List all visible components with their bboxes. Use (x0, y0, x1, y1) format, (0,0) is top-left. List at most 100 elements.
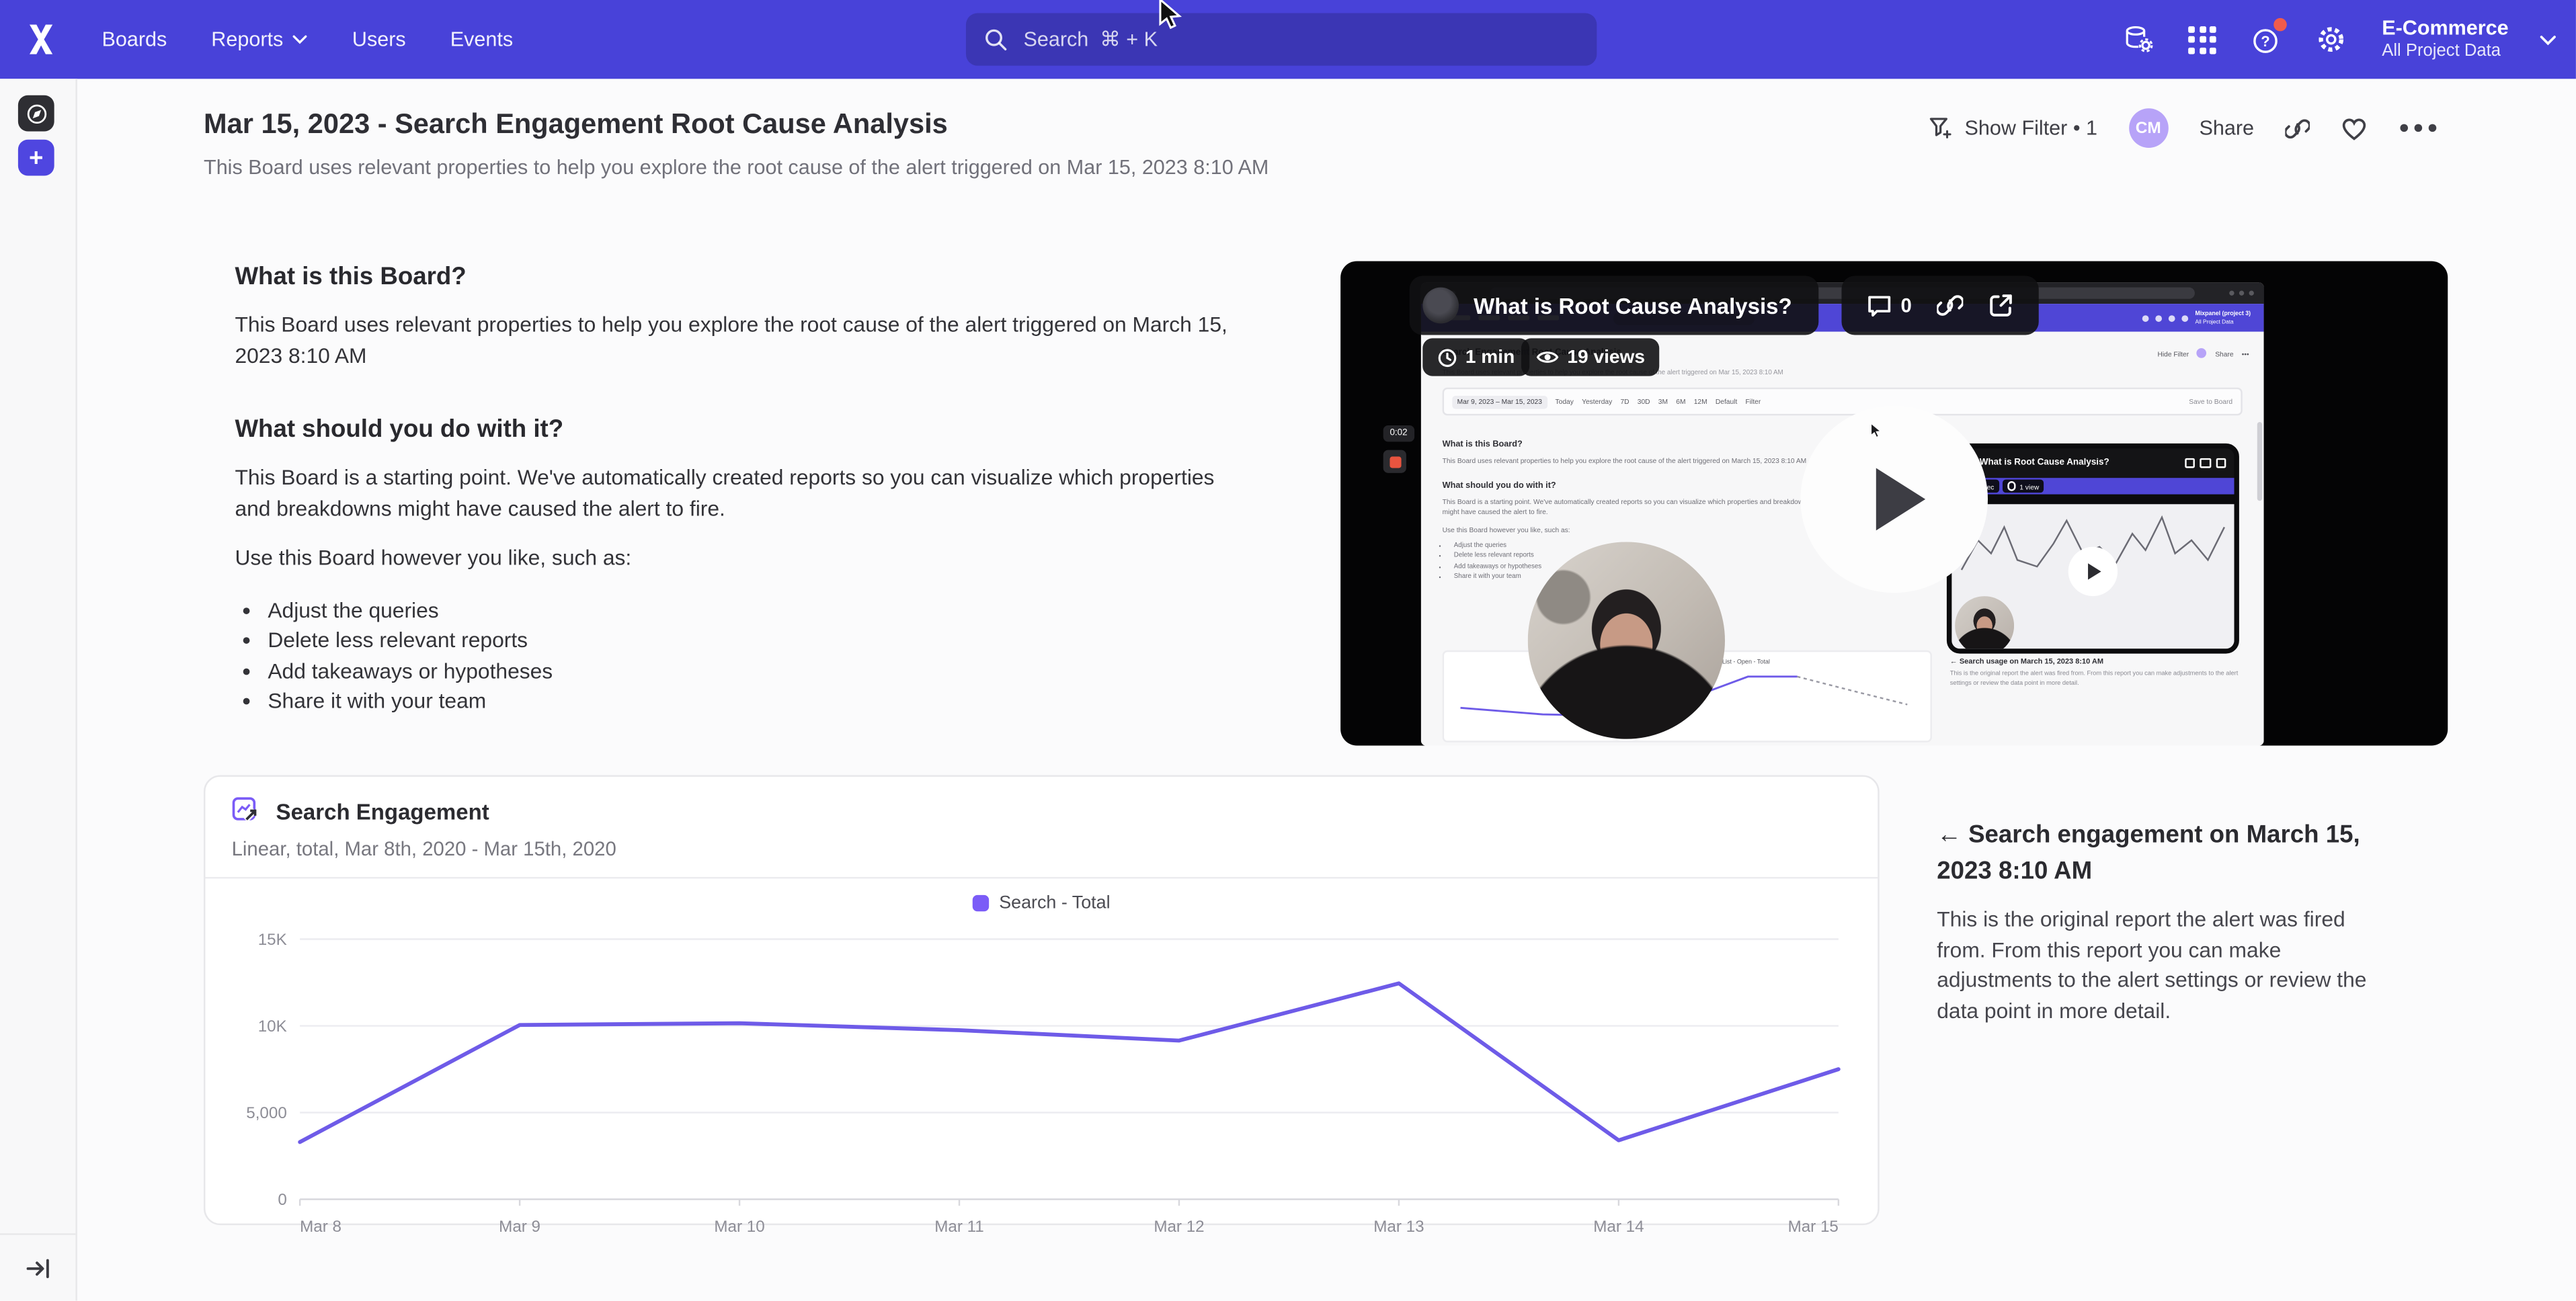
list-item: Adjust the queries (268, 595, 1237, 625)
svg-text:15K: 15K (258, 931, 287, 949)
create-new-button[interactable]: + (18, 140, 54, 176)
share-button[interactable]: Share (2200, 117, 2255, 140)
share-label: Share (2200, 117, 2255, 140)
project-scope: All Project Data (2382, 42, 2508, 63)
mini-date-range: Mar 9, 2023 – Mar 15, 2023 (1452, 395, 1547, 409)
filter-plus-icon (1929, 116, 1954, 140)
compass-icon (24, 101, 48, 126)
rail-footer (0, 1233, 75, 1300)
views-label: 19 views (1567, 347, 1645, 367)
intro-text: What is this Board? This Board uses rele… (235, 263, 1237, 717)
favorite-heart-icon[interactable] (2341, 116, 2368, 140)
list-item: Delete less relevant reports (268, 626, 1237, 655)
apps-grid-icon[interactable] (2186, 23, 2219, 56)
video-comments[interactable]: 0 (1866, 293, 1912, 318)
mini-range: 12M (1694, 397, 1707, 405)
settings-gear-icon[interactable] (2315, 23, 2347, 56)
comment-count: 0 (1900, 294, 1911, 317)
expand-sidebar-icon[interactable] (26, 1257, 50, 1279)
project-name: E-Commerce (2382, 16, 2508, 42)
mixpanel-logo-icon[interactable] (25, 23, 58, 56)
nested-presenter-webcam (1955, 596, 2014, 654)
mini-h2: What should you do with it? (1443, 480, 1817, 491)
video-play-button[interactable] (1800, 406, 1988, 593)
mini-range: 7D (1620, 397, 1629, 405)
page-subtitle: This Board uses relevant properties to h… (204, 156, 1682, 179)
open-external-icon[interactable] (1987, 292, 2013, 319)
project-chevron-icon[interactable] (2540, 34, 2556, 45)
mini-project-name: Mixpanel (project 3) (2196, 310, 2251, 317)
more-menu-icon[interactable]: ●●● (2399, 118, 2441, 138)
clock-icon (1437, 347, 1457, 367)
copy-link-icon[interactable] (2285, 116, 2310, 140)
mini-hide-filter: Hide Filter (2157, 349, 2189, 357)
svg-text:Mar 11: Mar 11 (934, 1218, 983, 1236)
svg-text:Mar 13: Mar 13 (1373, 1218, 1424, 1236)
chart-legend: Search - Total (229, 890, 1855, 917)
top-nav: Boards Reports Users Events (0, 0, 2576, 79)
mini-h1: What is this Board? (1443, 440, 1817, 450)
svg-text:10K: 10K (258, 1017, 287, 1036)
svg-text:Mar 15: Mar 15 (1788, 1218, 1839, 1236)
nav-item-label: Reports (211, 28, 283, 51)
mini-date-toolbar: Mar 9, 2023 – Mar 15, 2023 Today Yesterd… (1443, 388, 2243, 416)
svg-text:5,000: 5,000 (246, 1104, 287, 1122)
record-stop-icon (1383, 450, 1406, 473)
video-title: What is Root Cause Analysis? (1474, 293, 1792, 318)
legend-label: Search - Total (999, 893, 1110, 913)
nested-nav-strip: 18 sec 1 view (1951, 478, 2234, 494)
nav-item-events[interactable]: Events (450, 28, 513, 51)
nested-play-button (2068, 548, 2118, 597)
list-item: Add takeaways or hypotheses (268, 656, 1237, 685)
mini-p3: Use this Board however you like, such as… (1443, 525, 1817, 536)
mini-scrollbar (2257, 422, 2262, 501)
video-link-icon[interactable] (1936, 292, 1962, 319)
help-icon[interactable]: ? (2251, 23, 2284, 56)
mini-aside-heading: ← Search usage on March 15, 2023 8:10 AM (1950, 657, 2246, 665)
video-views-badge: 19 views (1521, 338, 1660, 376)
video-embed[interactable]: X Mixpanel (project 3) All Project Data … (1340, 261, 2448, 746)
engagement-chart-svg[interactable]: 05,00010K15KMar 8Mar 9Mar 10Mar 11Mar 12… (229, 917, 1855, 1242)
nav-item-reports[interactable]: Reports (211, 28, 308, 51)
svg-text:Mar 12: Mar 12 (1154, 1218, 1204, 1236)
mini-board-controls: Hide Filter Share ••• (2157, 348, 2249, 358)
mini-range: Today (1556, 397, 1574, 405)
svg-text:Mar 10: Mar 10 (714, 1218, 764, 1236)
svg-text:0: 0 (278, 1191, 286, 1209)
svg-text:?: ? (2261, 32, 2270, 49)
mini-p2: This Board is a starting point. We've au… (1443, 497, 1817, 518)
report-subtitle: Linear, total, Mar 8th, 2020 - Mar 15th,… (232, 837, 1852, 860)
nav-item-label: Events (450, 28, 513, 51)
search-input[interactable] (1020, 26, 1579, 52)
discover-button[interactable] (18, 95, 54, 132)
nav-item-label: Boards (102, 28, 167, 51)
nav-item-boards[interactable]: Boards (102, 28, 167, 51)
mini-p1: This Board uses relevant properties to h… (1443, 456, 1817, 467)
eye-icon (2007, 482, 2016, 491)
intro-paragraph-2: This Board is a starting point. We've au… (235, 463, 1237, 523)
intro-bullet-list: Adjust the queries Delete less relevant … (235, 595, 1237, 716)
global-search[interactable] (966, 13, 1597, 66)
recorder-timer: 0:02 (1383, 425, 1414, 442)
nested-views: 1 view (2019, 482, 2039, 490)
report-chart-area: Search - Total 05,00010K15KMar 8Mar 9Mar… (205, 878, 1878, 1241)
report-title[interactable]: Search Engagement (276, 799, 489, 824)
data-management-icon[interactable] (2122, 23, 2155, 56)
comment-icon (1866, 293, 1892, 318)
plus-icon: + (29, 145, 43, 170)
board-header: Mar 15, 2023 - Search Engagement Root Ca… (204, 108, 1682, 179)
show-filter-button[interactable]: Show Filter • 1 (1929, 116, 2097, 140)
line-report-icon (232, 796, 261, 826)
nav-item-users[interactable]: Users (352, 28, 406, 51)
legend-swatch (973, 895, 989, 911)
board-controls: Show Filter • 1 CM Share ●●● (1929, 108, 2442, 148)
project-switcher[interactable]: E-Commerce All Project Data (2382, 16, 2508, 63)
mouse-cursor-icon (1158, 0, 1183, 30)
svg-text:Mar 14: Mar 14 (1593, 1218, 1644, 1236)
screen-recorder-controls: 0:02 (1383, 425, 1414, 473)
primary-nav: Boards Reports Users Events (102, 0, 514, 79)
intro-paragraph-1: This Board uses relevant properties to h… (235, 310, 1237, 371)
user-avatar[interactable]: CM (2128, 108, 2168, 148)
intro-heading-1: What is this Board? (235, 263, 1237, 291)
mini-aside-body: This is the original report the alert wa… (1950, 670, 2246, 689)
